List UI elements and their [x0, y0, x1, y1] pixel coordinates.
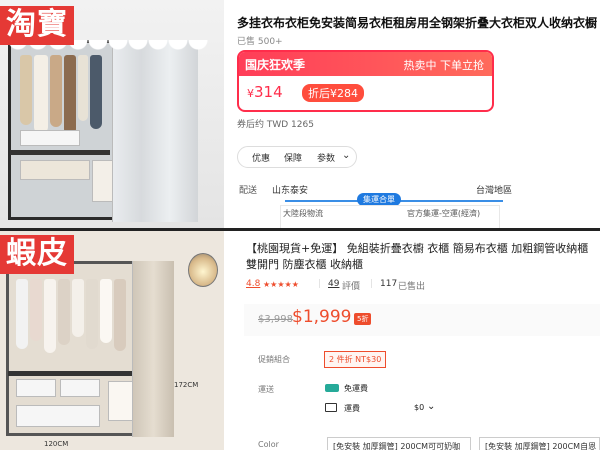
rating-row: 4.8 ★★★★★ | 49 評價 | 117 已售出	[246, 279, 600, 293]
reviews-count[interactable]: 49	[328, 279, 339, 289]
hanging-cloth	[30, 279, 42, 341]
chevron-down-icon[interactable]: ⌄	[427, 401, 435, 412]
coupon-price: 券后约 TWD 1265	[237, 120, 314, 130]
currency-symbol: ¥	[247, 87, 254, 100]
hanging-cloth	[100, 279, 112, 343]
shopee-product-image[interactable]: 172CM 120CM 蝦皮	[0, 231, 224, 450]
reviews-label: 評價	[342, 282, 361, 292]
original-price: $3,998	[258, 314, 293, 325]
hanging-cloth	[16, 279, 28, 349]
hanging-cloth	[50, 55, 62, 127]
star-icon: ★★★★★	[263, 280, 299, 289]
wardrobe-curtain	[112, 40, 198, 222]
current-price: $1,999	[292, 307, 352, 327]
taobao-panel: 淘寶 多挂衣布衣柜免安装简易衣柜租房用全钢架折叠大衣柜双人收纳衣橱 已售 500…	[0, 0, 600, 228]
tab-discount[interactable]: 优惠	[252, 151, 270, 164]
height-dimension: 172CM	[174, 381, 199, 389]
color-option[interactable]: [免安裝 加厚鋼管] 200CM可可奶咖	[327, 437, 471, 450]
sold-count: 已售 500+	[237, 37, 283, 47]
storage-box	[16, 379, 56, 397]
color-label: Color	[258, 440, 279, 449]
hanging-cloth	[78, 55, 88, 121]
taobao-product-image[interactable]: 淘寶	[0, 0, 224, 228]
folded-clothes	[20, 130, 80, 146]
hanging-cloth	[72, 279, 84, 337]
discount-badge: 折后¥284	[302, 84, 364, 102]
ship-destination: 台灣地區	[476, 186, 513, 196]
divider: |	[370, 279, 374, 289]
wardrobe-shelf	[10, 150, 110, 155]
pendant-lamp	[188, 253, 218, 287]
combo-label: 促銷組合	[258, 355, 290, 364]
hanging-cloth	[64, 55, 76, 135]
folded-clothes	[20, 160, 90, 180]
storage-box	[16, 405, 100, 427]
hanging-cloth	[44, 279, 56, 353]
truck-icon	[325, 403, 337, 412]
hanging-cloth	[34, 55, 48, 133]
shipping-label: 運送	[258, 385, 274, 394]
promo-banner: 国庆狂欢季 热卖中 下单立抢	[239, 52, 492, 76]
price-card: 国庆狂欢季 热卖中 下单立抢 ¥314 折后¥284	[237, 50, 494, 112]
hanging-cloth	[114, 279, 126, 351]
hanging-cloth	[90, 55, 102, 129]
promo-status: 热卖中 下单立抢	[403, 59, 485, 72]
product-title: 多挂衣布衣柜免安装简易衣柜租房用全钢架折叠大衣柜双人收纳衣橱	[237, 16, 598, 30]
width-dimension: 120CM	[44, 440, 69, 448]
sold-count: 117	[380, 279, 398, 289]
info-tabs: 优惠 保障 参数 ⌄	[237, 146, 357, 168]
shipping-fee[interactable]: $0	[414, 403, 424, 412]
chevron-down-icon[interactable]: ⌄	[342, 150, 350, 161]
price-box: $3,998 $1,999 5折	[244, 304, 600, 336]
shopee-panel: 172CM 120CM 蝦皮 【桃園現貨+免運】 免組裝折疊衣櫥 衣櫃 簡易布衣…	[0, 228, 600, 450]
ship-leg-official: 官方集運-空運(經濟)	[407, 209, 481, 218]
promo-name: 国庆狂欢季	[245, 58, 306, 72]
rating-score[interactable]: 4.8	[246, 279, 260, 289]
shipping-label: 配送	[239, 186, 258, 196]
wardrobe-curtain	[132, 261, 174, 437]
tab-guarantee[interactable]: 保障	[284, 151, 302, 164]
platform-tag: 蝦皮	[0, 235, 74, 274]
sold-label: 已售出	[398, 282, 426, 292]
free-shipping-icon	[325, 384, 339, 392]
free-shipping-text: 免運費	[344, 384, 368, 393]
hanging-cloth	[58, 279, 70, 345]
hanging-cloth	[20, 55, 32, 125]
divider: |	[318, 279, 322, 289]
price-value: 314	[254, 83, 283, 101]
platform-tag: 淘寶	[0, 6, 74, 45]
ship-leg-mainland: 大陸段物流	[283, 209, 323, 218]
color-option[interactable]: [免安裝 加厚鋼管] 200CM自恩	[479, 437, 600, 450]
combo-tag[interactable]: 2 件折 NT$30	[324, 351, 387, 368]
ship-origin: 山东泰安	[272, 186, 309, 196]
tab-params[interactable]: 参数	[317, 151, 335, 164]
storage-box	[60, 379, 100, 397]
price: ¥314	[247, 83, 283, 101]
hanging-cloth	[86, 279, 98, 349]
product-title: 【桃園現貨+免運】 免組裝折疊衣櫥 衣櫃 簡易布衣櫃 加粗鋼管收納櫃 雙開門 防…	[246, 242, 589, 271]
discount-badge: 5折	[354, 313, 372, 325]
shipping-fee-label: 運費	[344, 404, 360, 413]
